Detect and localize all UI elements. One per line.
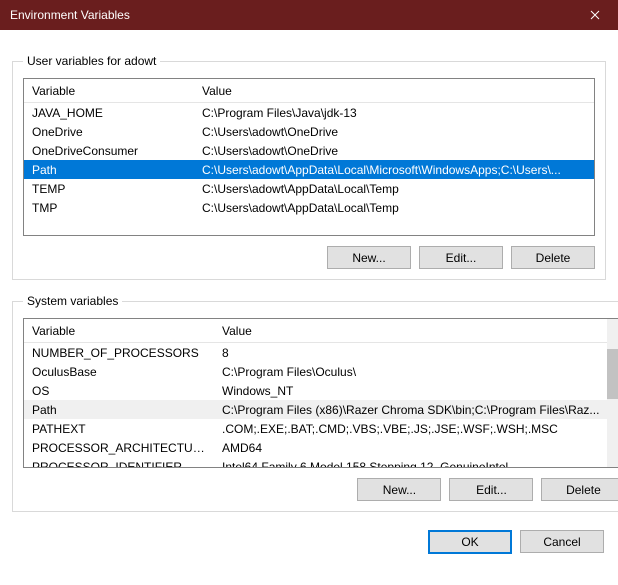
table-row[interactable]: PathC:\Users\adowt\AppData\Local\Microso…: [24, 160, 594, 179]
variable-value: C:\Users\adowt\AppData\Local\Microsoft\W…: [194, 161, 594, 179]
table-row[interactable]: OSWindows_NT: [24, 381, 607, 400]
system-variables-list[interactable]: Variable Value NUMBER_OF_PROCESSORS8Ocul…: [23, 318, 618, 468]
system-variables-group: System variables Variable Value NUMBER_O…: [12, 294, 618, 512]
variable-value: C:\Users\adowt\AppData\Local\Temp: [194, 180, 594, 198]
variable-name: PATHEXT: [24, 420, 214, 438]
col-value[interactable]: Value: [194, 80, 594, 102]
variable-value: C:\Program Files\Oculus\: [214, 363, 607, 381]
table-row[interactable]: OneDriveConsumerC:\Users\adowt\OneDrive: [24, 141, 594, 160]
variable-name: JAVA_HOME: [24, 104, 194, 122]
dialog-footer: OK Cancel: [12, 530, 606, 554]
variable-value: AMD64: [214, 439, 607, 457]
ok-button[interactable]: OK: [428, 530, 512, 554]
system-new-button[interactable]: New...: [357, 478, 441, 501]
system-variables-legend: System variables: [23, 294, 122, 308]
window-title: Environment Variables: [10, 8, 572, 22]
variable-value: C:\Users\adowt\OneDrive: [194, 123, 594, 141]
variable-name: NUMBER_OF_PROCESSORS: [24, 344, 214, 362]
variable-value: C:\Users\adowt\AppData\Local\Temp: [194, 199, 594, 217]
user-variables-legend: User variables for adowt: [23, 54, 160, 68]
cancel-button[interactable]: Cancel: [520, 530, 604, 553]
col-variable[interactable]: Variable: [24, 80, 194, 102]
list-header: Variable Value: [24, 319, 618, 343]
variable-value: Windows_NT: [214, 382, 607, 400]
variable-name: OneDriveConsumer: [24, 142, 194, 160]
variable-value: C:\Program Files (x86)\Razer Chroma SDK\…: [214, 401, 607, 419]
variable-value: C:\Users\adowt\OneDrive: [194, 142, 594, 160]
variable-name: PROCESSOR_ARCHITECTURE: [24, 439, 214, 457]
user-delete-button[interactable]: Delete: [511, 246, 595, 269]
user-variables-group: User variables for adowt Variable Value …: [12, 54, 606, 280]
variable-value: Intel64 Family 6 Model 158 Stepping 12, …: [214, 458, 607, 468]
system-buttons: New... Edit... Delete: [23, 478, 618, 501]
table-row[interactable]: PROCESSOR_ARCHITECTUREAMD64: [24, 438, 607, 457]
table-row[interactable]: OneDriveC:\Users\adowt\OneDrive: [24, 122, 594, 141]
user-variables-list[interactable]: Variable Value JAVA_HOMEC:\Program Files…: [23, 78, 595, 236]
list-header: Variable Value: [24, 79, 594, 103]
col-value[interactable]: Value: [214, 320, 618, 342]
col-variable[interactable]: Variable: [24, 320, 214, 342]
table-row[interactable]: JAVA_HOMEC:\Program Files\Java\jdk-13: [24, 103, 594, 122]
table-row[interactable]: PATHEXT.COM;.EXE;.BAT;.CMD;.VBS;.VBE;.JS…: [24, 419, 607, 438]
table-row[interactable]: TMPC:\Users\adowt\AppData\Local\Temp: [24, 198, 594, 217]
scrollbar[interactable]: [607, 319, 618, 467]
variable-name: TEMP: [24, 180, 194, 198]
close-icon[interactable]: [572, 0, 618, 30]
system-delete-button[interactable]: Delete: [541, 478, 618, 501]
variable-value: C:\Program Files\Java\jdk-13: [194, 104, 594, 122]
window-body: User variables for adowt Variable Value …: [0, 30, 618, 585]
user-new-button[interactable]: New...: [327, 246, 411, 269]
table-row[interactable]: PROCESSOR_IDENTIFIERIntel64 Family 6 Mod…: [24, 457, 607, 467]
variable-name: Path: [24, 401, 214, 419]
variable-name: OneDrive: [24, 123, 194, 141]
variable-value: .COM;.EXE;.BAT;.CMD;.VBS;.VBE;.JS;.JSE;.…: [214, 420, 607, 438]
variable-value: 8: [214, 344, 607, 362]
table-row[interactable]: OculusBaseC:\Program Files\Oculus\: [24, 362, 607, 381]
variable-name: TMP: [24, 199, 194, 217]
system-edit-button[interactable]: Edit...: [449, 478, 533, 501]
table-row[interactable]: PathC:\Program Files (x86)\Razer Chroma …: [24, 400, 607, 419]
user-buttons: New... Edit... Delete: [23, 246, 595, 269]
variable-name: PROCESSOR_IDENTIFIER: [24, 458, 214, 468]
scrollbar-thumb[interactable]: [607, 349, 618, 399]
variable-name: OS: [24, 382, 214, 400]
user-edit-button[interactable]: Edit...: [419, 246, 503, 269]
titlebar: Environment Variables: [0, 0, 618, 30]
table-row[interactable]: NUMBER_OF_PROCESSORS8: [24, 343, 607, 362]
table-row[interactable]: TEMPC:\Users\adowt\AppData\Local\Temp: [24, 179, 594, 198]
variable-name: Path: [24, 161, 194, 179]
variable-name: OculusBase: [24, 363, 214, 381]
